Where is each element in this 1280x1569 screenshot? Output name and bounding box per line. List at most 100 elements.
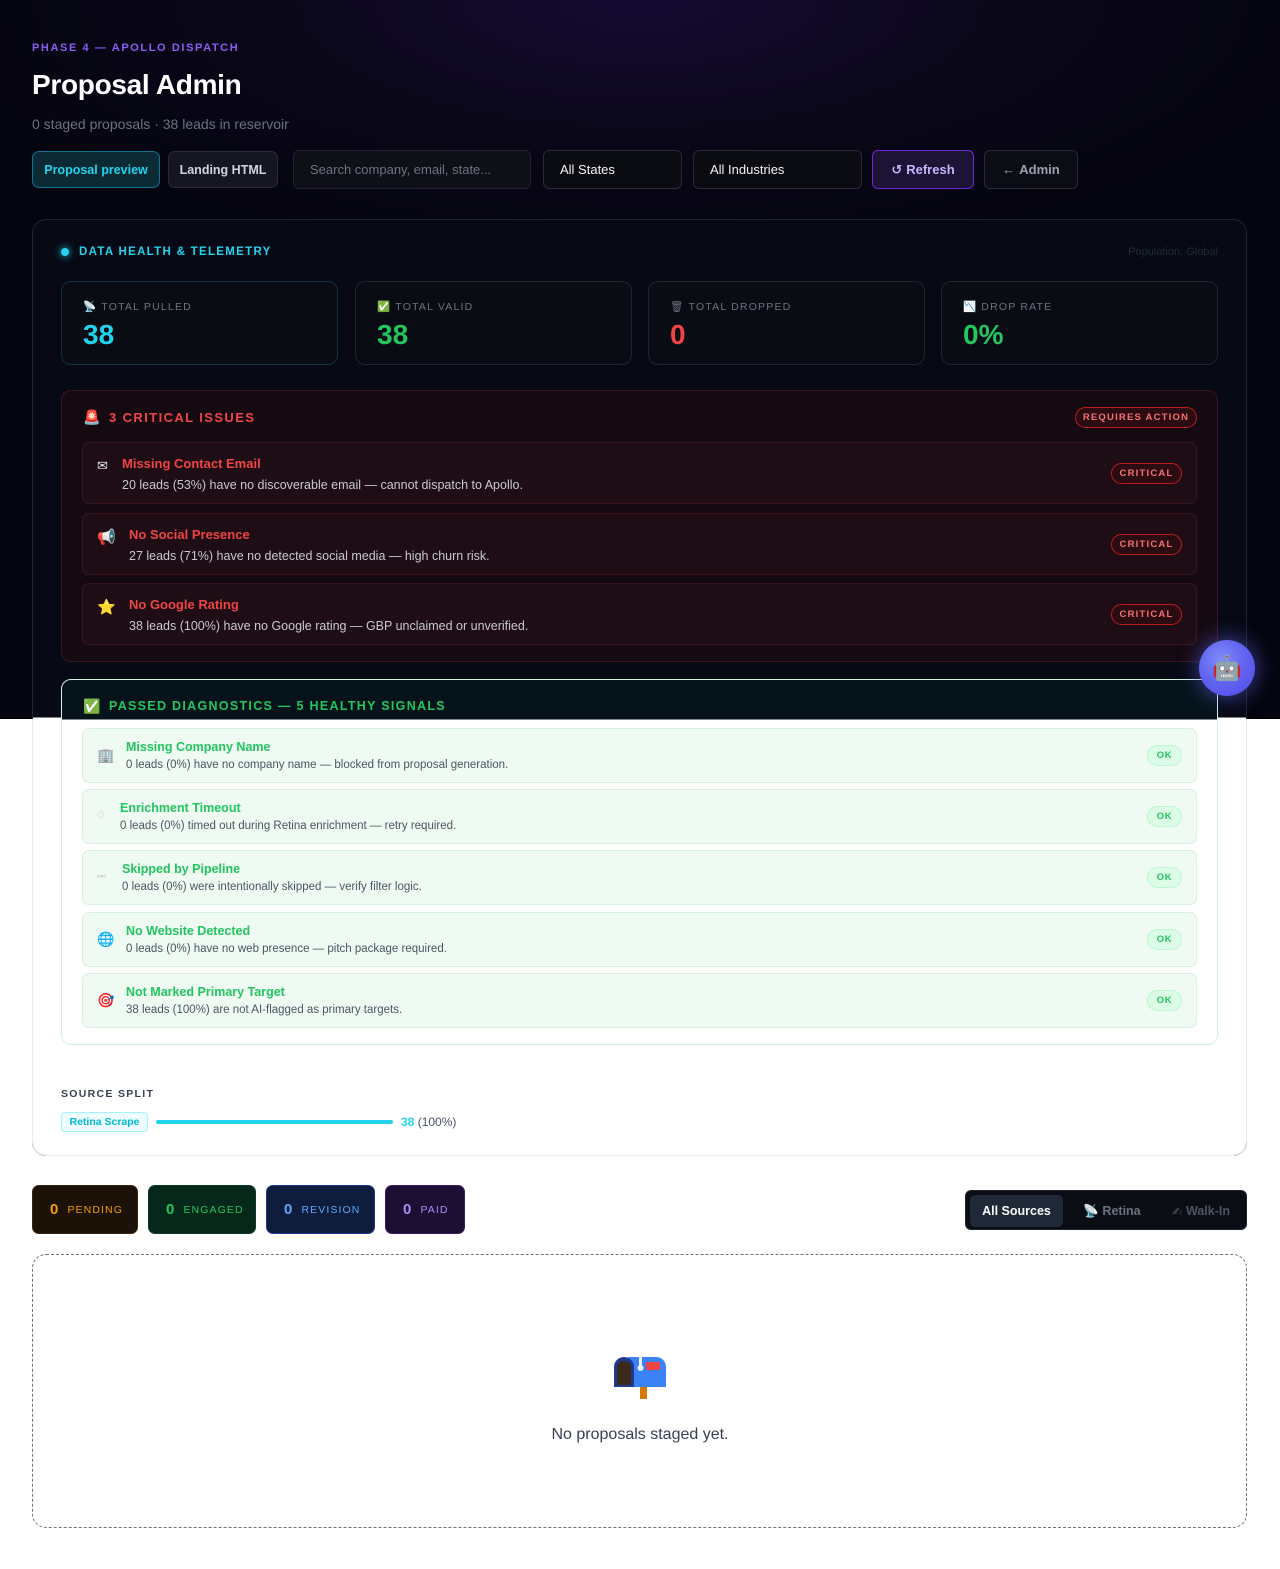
source-walkin-label: Walk-In — [1185, 1204, 1230, 1218]
megaphone-icon: 📢 — [97, 529, 116, 546]
status-count: 0 — [284, 1201, 294, 1218]
critical-issue-row[interactable]: ✉ Missing Contact Email 20 leads (53%) h… — [82, 442, 1197, 504]
building-icon: 🏢 — [97, 747, 115, 763]
critical-issues-title: 3 CRITICAL ISSUES — [109, 410, 256, 425]
robot-icon: 🤖 — [1212, 654, 1242, 682]
satellite-icon: 📡 — [83, 301, 98, 313]
status-engaged-filter[interactable]: 0 ENGAGED — [148, 1185, 256, 1234]
status-dot-icon — [61, 248, 69, 256]
source-retina-tab[interactable]: 📡 Retina — [1070, 1195, 1154, 1227]
stat-value: 38 — [83, 319, 115, 350]
passed-diagnostics-title: PASSED DIAGNOSTICS — 5 HEALTHY SIGNALS — [109, 699, 446, 713]
target-icon: 🎯 — [97, 992, 115, 1008]
stat-label: TOTAL PULLED — [101, 300, 192, 313]
diagnostic-row[interactable]: 🌐 No Website Detected 0 leads (0%) have … — [82, 912, 1197, 967]
star-icon: ⭐ — [97, 599, 116, 616]
status-label: PAID — [420, 1203, 449, 1216]
diagnostic-row[interactable]: ⏭ Skipped by Pipeline 0 leads (0%) were … — [82, 850, 1197, 905]
globe-icon: 🌐 — [97, 931, 115, 947]
diagnostic-description: 0 leads (0%) have no web presence — pitc… — [126, 943, 447, 955]
writing-hand-icon: ✍ — [1172, 1204, 1183, 1219]
source-split-value: 38 (100%) — [401, 1115, 456, 1129]
source-filter-toggle: All Sources 📡 Retina ✍ Walk-In — [965, 1190, 1247, 1230]
stat-label: TOTAL DROPPED — [688, 300, 792, 313]
status-revision-filter[interactable]: 0 REVISION — [266, 1185, 375, 1234]
issue-description: 20 leads (53%) have no discoverable emai… — [122, 478, 523, 492]
check-icon: ✅ — [377, 301, 392, 313]
mailbox-icon — [614, 1355, 666, 1399]
diagnostic-description: 0 leads (0%) have no company name — bloc… — [126, 759, 509, 771]
source-split-fill — [156, 1120, 393, 1124]
critical-badge: CRITICAL — [1111, 534, 1182, 555]
stat-drop-rate: 📉 DROP RATE 0% — [941, 281, 1218, 365]
skip-icon: ⏭ — [97, 871, 106, 882]
empty-state-message: No proposals staged yet. — [551, 1426, 729, 1443]
source-walkin-tab[interactable]: ✍ Walk-In — [1158, 1195, 1244, 1227]
requires-action-badge: REQUIRES ACTION — [1075, 407, 1197, 428]
issue-description: 27 leads (71%) have no detected social m… — [129, 549, 490, 563]
stat-total-valid: ✅ TOTAL VALID 38 — [355, 281, 632, 365]
ok-badge: OK — [1147, 867, 1182, 888]
siren-icon: 🚨 — [83, 409, 101, 425]
satellite-icon: 📡 — [1083, 1203, 1099, 1218]
status-label: ENGAGED — [183, 1203, 244, 1216]
status-pending-filter[interactable]: 0 PENDING — [32, 1185, 138, 1234]
stat-total-dropped: 🗑 TOTAL DROPPED 0 — [648, 281, 925, 365]
source-count: 38 — [401, 1115, 415, 1129]
stat-total-pulled: 📡 TOTAL PULLED 38 — [61, 281, 338, 365]
search-input[interactable]: Search company, email, state... — [293, 150, 531, 189]
status-count: 0 — [50, 1201, 60, 1218]
issue-title: No Social Presence — [129, 527, 250, 542]
refresh-label: Refresh — [906, 162, 955, 177]
states-select[interactable]: All States — [543, 150, 682, 189]
critical-badge: CRITICAL — [1111, 604, 1182, 625]
ok-badge: OK — [1147, 990, 1182, 1011]
assistant-bot-button[interactable]: 🤖 — [1199, 640, 1255, 696]
stat-value: 0% — [963, 319, 1004, 350]
source-split-bar — [156, 1120, 393, 1124]
critical-issue-row[interactable]: ⭐ No Google Rating 38 leads (100%) have … — [82, 583, 1197, 645]
population-label: Population: Global — [1128, 246, 1218, 258]
ok-badge: OK — [1147, 929, 1182, 950]
landing-html-button[interactable]: Landing HTML — [168, 151, 278, 188]
source-all-tab[interactable]: All Sources — [970, 1195, 1063, 1227]
envelope-icon: ✉ — [97, 458, 108, 473]
diagnostic-row[interactable]: 🏢 Missing Company Name 0 leads (0%) have… — [82, 728, 1197, 783]
ok-badge: OK — [1147, 806, 1182, 827]
stat-value: 0 — [670, 319, 686, 350]
diagnostic-title: No Website Detected — [126, 924, 251, 938]
trash-icon: 🗑 — [670, 301, 685, 313]
diagnostic-row[interactable]: 🎯 Not Marked Primary Target 38 leads (10… — [82, 973, 1197, 1028]
diagnostic-title: Missing Company Name — [126, 740, 271, 754]
status-count: 0 — [166, 1201, 176, 1218]
status-count: 0 — [403, 1201, 413, 1218]
source-split-title: SOURCE SPLIT — [61, 1088, 155, 1100]
refresh-button[interactable]: ↺ Refresh — [872, 150, 974, 189]
source-percent: (100%) — [417, 1115, 457, 1129]
status-label: REVISION — [301, 1203, 361, 1216]
phase-eyebrow: PHASE 4 — APOLLO DISPATCH — [32, 42, 240, 54]
status-paid-filter[interactable]: 0 PAID — [385, 1185, 465, 1234]
issue-title: No Google Rating — [129, 597, 239, 612]
page-title: Proposal Admin — [32, 69, 242, 100]
check-icon: ✅ — [83, 698, 101, 714]
ok-badge: OK — [1147, 745, 1182, 766]
diagnostic-title: Skipped by Pipeline — [122, 862, 241, 876]
arrow-left-icon: ← — [1002, 162, 1016, 177]
proposal-preview-button[interactable]: Proposal preview — [32, 151, 160, 188]
issue-description: 38 leads (100%) have no Google rating — … — [129, 619, 529, 633]
admin-back-button[interactable]: ← Admin — [984, 150, 1078, 189]
chart-down-icon: 📉 — [963, 301, 978, 313]
critical-badge: CRITICAL — [1111, 463, 1182, 484]
industries-select[interactable]: All Industries — [693, 150, 862, 189]
issue-title: Missing Contact Email — [122, 456, 261, 471]
diagnostic-row[interactable]: ⏱ Enrichment Timeout 0 leads (0%) timed … — [82, 789, 1197, 844]
source-retina-label: Retina — [1102, 1204, 1141, 1218]
diagnostic-title: Enrichment Timeout — [120, 801, 241, 815]
critical-issue-row[interactable]: 📢 No Social Presence 27 leads (71%) have… — [82, 513, 1197, 575]
diagnostic-title: Not Marked Primary Target — [126, 985, 285, 999]
diagnostic-description: 0 leads (0%) timed out during Retina enr… — [120, 820, 457, 832]
stat-value: 38 — [377, 319, 409, 350]
diagnostic-description: 0 leads (0%) were intentionally skipped … — [122, 881, 422, 893]
stat-label: TOTAL VALID — [395, 300, 474, 313]
